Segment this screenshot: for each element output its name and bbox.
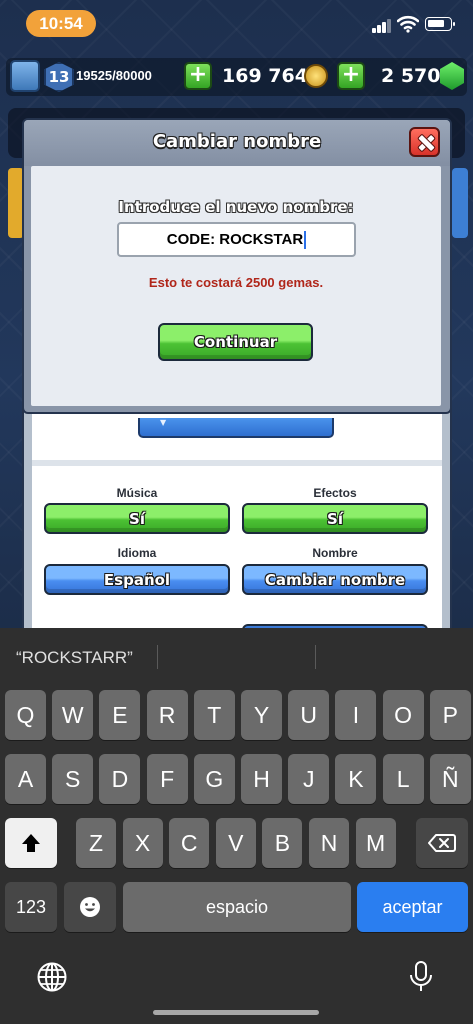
language-label: Idioma	[117, 546, 157, 560]
music-label: Música	[116, 486, 158, 500]
wifi-icon	[397, 15, 419, 33]
return-key[interactable]: aceptar	[357, 882, 468, 932]
side-tab-right	[452, 168, 468, 238]
gems-amount: 2 570	[381, 65, 441, 87]
numbers-key[interactable]: 123	[5, 882, 57, 932]
backspace-key[interactable]	[416, 818, 468, 868]
change-name-button[interactable]: Cambiar nombre	[242, 564, 428, 595]
key-x[interactable]: X	[122, 818, 163, 868]
signal-icon	[372, 19, 392, 33]
key-o[interactable]: O	[382, 690, 424, 740]
key-f[interactable]: F	[146, 754, 188, 804]
add-gems-button[interactable]: +	[337, 62, 365, 90]
settings-divider	[32, 460, 442, 466]
crown-icon[interactable]	[10, 60, 40, 92]
key-w[interactable]: W	[52, 690, 94, 740]
add-gold-button[interactable]: +	[184, 62, 212, 90]
emoji-icon	[80, 897, 100, 917]
name-input-value: CODE: ROCKSTAR	[166, 231, 304, 248]
coin-icon	[304, 64, 328, 88]
language-button[interactable]: Español	[44, 564, 230, 595]
text-cursor	[304, 230, 307, 249]
key-p[interactable]: P	[429, 690, 471, 740]
key-s[interactable]: S	[52, 754, 94, 804]
globe-icon[interactable]	[36, 961, 68, 993]
music-toggle-button[interactable]: Sí	[44, 503, 230, 534]
cost-warning: Esto te costará 2500 gemas.	[148, 275, 324, 290]
key-a[interactable]: A	[5, 754, 46, 804]
gold-amount: 169 764	[222, 65, 308, 87]
effects-label: Efectos	[313, 486, 357, 500]
key-ñ[interactable]: Ñ	[429, 754, 471, 804]
shift-icon	[22, 834, 40, 852]
name-input[interactable]: CODE: ROCKSTAR	[117, 222, 356, 257]
key-h[interactable]: H	[241, 754, 282, 804]
key-z[interactable]: Z	[76, 818, 116, 868]
close-button[interactable]	[409, 127, 440, 157]
key-g[interactable]: G	[193, 754, 235, 804]
home-indicator	[153, 1010, 319, 1015]
key-j[interactable]: J	[288, 754, 330, 804]
dialog-title: Cambiar nombre	[152, 131, 322, 152]
emoji-key[interactable]	[64, 882, 116, 932]
key-y[interactable]: Y	[241, 690, 282, 740]
battery-icon	[425, 17, 455, 31]
suggestion-item[interactable]: “ROCKSTARR”	[16, 648, 133, 668]
key-n[interactable]: N	[309, 818, 349, 868]
microphone-icon[interactable]	[408, 960, 434, 994]
key-r[interactable]: R	[146, 690, 188, 740]
space-key[interactable]: espacio	[123, 882, 351, 932]
effects-toggle-button[interactable]: Sí	[242, 503, 428, 534]
key-c[interactable]: C	[169, 818, 210, 868]
key-i[interactable]: I	[335, 690, 377, 740]
dialog-prompt: Introduce el nuevo nombre:	[118, 198, 354, 216]
name-label: Nombre	[312, 546, 358, 560]
key-d[interactable]: D	[99, 754, 141, 804]
shift-key[interactable]	[5, 818, 57, 868]
settings-tab-button[interactable]	[138, 418, 334, 438]
key-l[interactable]: L	[382, 754, 424, 804]
key-q[interactable]: Q	[5, 690, 46, 740]
status-time: 10:54	[26, 10, 96, 37]
key-v[interactable]: V	[215, 818, 256, 868]
suggestion-divider	[157, 645, 158, 669]
key-m[interactable]: M	[355, 818, 396, 868]
key-k[interactable]: K	[335, 754, 377, 804]
key-t[interactable]: T	[193, 690, 235, 740]
key-b[interactable]: B	[262, 818, 303, 868]
backspace-icon	[428, 834, 456, 852]
key-u[interactable]: U	[288, 690, 330, 740]
key-e[interactable]: E	[99, 690, 141, 740]
continue-button[interactable]: Continuar	[158, 323, 313, 361]
suggestion-divider	[315, 645, 316, 669]
close-icon	[417, 134, 433, 150]
xp-progress-text: 19525/80000	[76, 68, 152, 83]
chevron-down-icon: ▼	[160, 418, 167, 427]
